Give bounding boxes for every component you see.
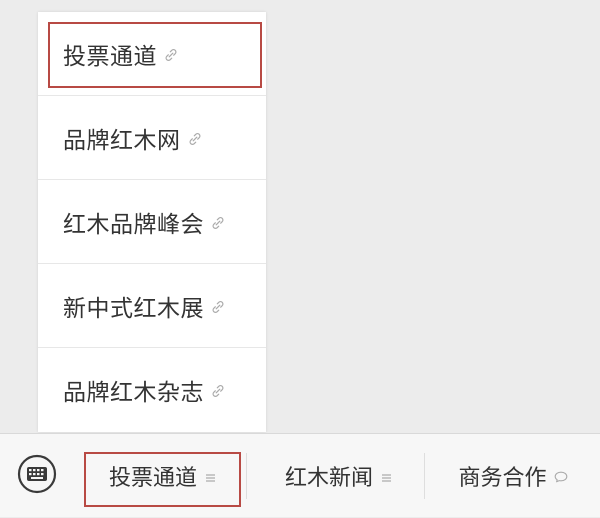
menu-lines-icon	[206, 474, 215, 482]
submenu-item-redwood-brand-summit[interactable]: 红木品牌峰会	[38, 180, 266, 264]
submenu-item-new-chinese-redwood-expo[interactable]: 新中式红木展	[38, 264, 266, 348]
keyboard-icon	[17, 454, 57, 494]
menu-tab-label: 红木新闻	[284, 466, 373, 491]
link-icon	[212, 385, 224, 397]
link-icon	[212, 300, 224, 313]
menu-tab-business-cooperation[interactable]: 商务合作	[426, 434, 600, 518]
submenu-popup: 投票通道 品牌红木网 红木品牌峰会 新中式红木展 品牌红木杂志	[38, 12, 266, 432]
submenu-item-label: 投票通道	[63, 43, 157, 70]
submenu-item-vote-channel[interactable]: 投票通道	[38, 12, 266, 96]
menu-lines-icon	[382, 474, 391, 482]
menu-tab-label: 商务合作	[458, 466, 547, 491]
menu-tab-vote-channel[interactable]: 投票通道	[82, 434, 242, 518]
submenu-item-label: 品牌红木杂志	[63, 380, 204, 406]
submenu-item-brand-redwood-magazine[interactable]: 品牌红木杂志	[38, 348, 266, 432]
submenu-item-label: 新中式红木展	[63, 295, 204, 322]
keyboard-toggle-button[interactable]	[17, 454, 57, 494]
link-icon	[212, 216, 224, 229]
tab-divider	[246, 453, 247, 499]
link-icon	[189, 132, 200, 145]
menu-tab-label: 投票通道	[108, 466, 197, 491]
link-icon	[165, 48, 177, 61]
submenu-item-label: 品牌红木网	[63, 127, 181, 154]
submenu-item-label: 红木品牌峰会	[63, 211, 204, 238]
bottom-menu-bar: 投票通道 红木新闻 商务合作	[0, 433, 600, 517]
chat-bubble-icon	[554, 471, 567, 483]
submenu-item-brand-redwood-net[interactable]: 品牌红木网	[38, 96, 266, 180]
menu-tab-redwood-news[interactable]: 红木新闻	[252, 434, 424, 518]
tab-divider	[424, 453, 425, 499]
